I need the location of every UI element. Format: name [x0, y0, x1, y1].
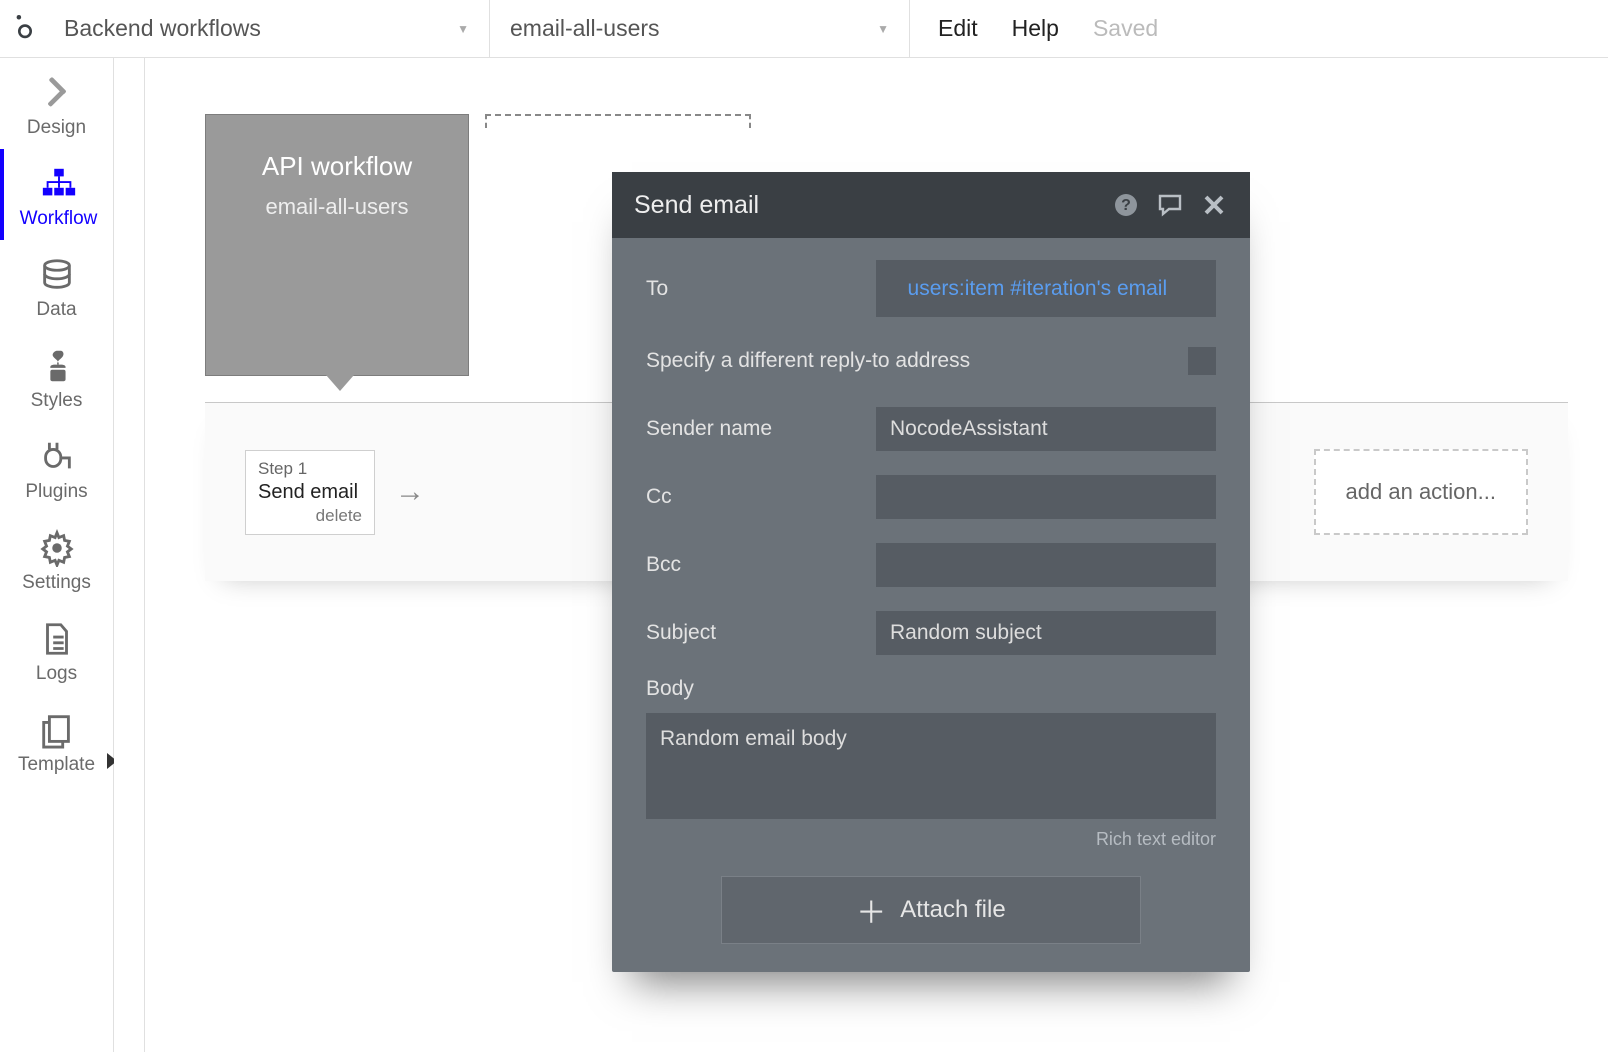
step-delete-link[interactable]: delete	[258, 506, 362, 526]
sidebar-item-label: Styles	[31, 391, 83, 410]
row-body: Body Random email body Rich text editor	[646, 677, 1216, 850]
input-to[interactable]: users:item #iteration's email	[876, 260, 1216, 317]
plus-icon: ＋	[856, 888, 886, 932]
arrow-right-icon: →	[395, 475, 425, 509]
sidebar-item-workflow[interactable]: Workflow	[0, 149, 113, 240]
topbar-menus: Edit Help Saved	[910, 0, 1186, 57]
bubble-logo-icon	[11, 12, 39, 45]
row-to: To users:item #iteration's email	[646, 260, 1216, 317]
new-event-placeholder[interactable]	[485, 114, 751, 126]
menu-edit[interactable]: Edit	[938, 15, 978, 42]
step-number: Step 1	[258, 459, 362, 479]
settings-icon	[38, 529, 76, 567]
attach-file-button[interactable]: ＋ Attach file	[721, 876, 1141, 944]
label-subject: Subject	[646, 621, 876, 645]
checkbox-reply-to[interactable]	[1188, 347, 1216, 375]
property-panel: Send email ?	[612, 172, 1250, 972]
attach-file-label: Attach file	[900, 896, 1005, 924]
sidebar-item-label: Settings	[22, 573, 91, 592]
page-dropdown-label: email-all-users	[510, 15, 660, 42]
layout: Design Workflow Data Styles Plugins	[0, 58, 1608, 1052]
sidebar-item-template[interactable]: Template	[0, 695, 113, 786]
canvas: API workflow email-all-users Step 1 Send…	[114, 58, 1608, 1052]
label-body: Body	[646, 677, 1216, 701]
close-icon[interactable]	[1200, 191, 1228, 219]
sidebar-item-label: Plugins	[25, 482, 87, 501]
styles-icon	[38, 347, 76, 385]
workflow-card-title: API workflow	[262, 151, 412, 182]
design-icon	[38, 74, 76, 112]
row-sender: Sender name NocodeAssistant	[646, 405, 1216, 453]
sidebar-item-design[interactable]: Design	[0, 58, 113, 149]
logo[interactable]	[0, 0, 50, 57]
sidebar-item-label: Template	[18, 755, 95, 774]
label-bcc: Bcc	[646, 553, 876, 577]
label-to: To	[646, 277, 876, 301]
sidebar-item-label: Data	[36, 300, 76, 319]
label-sender: Sender name	[646, 417, 876, 441]
add-action-button[interactable]: add an action...	[1314, 449, 1528, 535]
svg-text:?: ?	[1121, 197, 1131, 214]
label-cc: Cc	[646, 485, 876, 509]
sidebar-item-label: Design	[27, 118, 86, 137]
plugins-icon	[38, 438, 76, 476]
row-subject: Subject Random subject	[646, 609, 1216, 657]
sidebar-item-plugins[interactable]: Plugins	[0, 422, 113, 513]
input-body[interactable]: Random email body	[646, 713, 1216, 819]
chevron-down-icon: ▼	[877, 22, 889, 36]
workflow-event-card[interactable]: API workflow email-all-users	[205, 114, 469, 376]
menu-help[interactable]: Help	[1012, 15, 1059, 42]
chevron-down-icon: ▼	[457, 22, 469, 36]
section-dropdown[interactable]: Backend workflows ▼	[50, 0, 490, 57]
topbar: Backend workflows ▼ email-all-users ▼ Ed…	[0, 0, 1608, 58]
label-reply-to: Specify a different reply-to address	[646, 349, 1188, 373]
panel-header[interactable]: Send email ?	[612, 172, 1250, 238]
row-cc: Cc	[646, 473, 1216, 521]
data-icon	[38, 256, 76, 294]
step-title: Send email	[258, 481, 362, 504]
sidebar-item-styles[interactable]: Styles	[0, 331, 113, 422]
workflow-icon	[40, 165, 78, 203]
input-subject[interactable]: Random subject	[876, 611, 1216, 655]
row-bcc: Bcc	[646, 541, 1216, 589]
row-reply-to: Specify a different reply-to address	[646, 337, 1216, 385]
sidebar-item-settings[interactable]: Settings	[0, 513, 113, 604]
sidebar-item-label: Logs	[36, 664, 77, 683]
logs-icon	[38, 620, 76, 658]
sidebar-item-logs[interactable]: Logs	[0, 604, 113, 695]
section-dropdown-label: Backend workflows	[64, 15, 261, 42]
panel-body: To users:item #iteration's email Specify…	[612, 238, 1250, 944]
template-icon	[38, 711, 76, 749]
menu-saved: Saved	[1093, 15, 1158, 42]
input-sender[interactable]: NocodeAssistant	[876, 407, 1216, 451]
input-bcc[interactable]	[876, 543, 1216, 587]
sidebar-item-label: Workflow	[20, 209, 98, 228]
page-dropdown[interactable]: email-all-users ▼	[490, 0, 910, 57]
help-icon[interactable]: ?	[1112, 191, 1140, 219]
input-cc[interactable]	[876, 475, 1216, 519]
comment-icon[interactable]	[1156, 191, 1184, 219]
sidebar: Design Workflow Data Styles Plugins	[0, 58, 114, 1052]
canvas-inner: API workflow email-all-users Step 1 Send…	[144, 58, 1608, 1052]
to-expression[interactable]: users:item #iteration's email	[908, 277, 1168, 300]
step-card-1[interactable]: Step 1 Send email delete	[245, 450, 375, 535]
sidebar-item-data[interactable]: Data	[0, 240, 113, 331]
panel-title: Send email	[634, 191, 1112, 220]
workflow-card-subtitle: email-all-users	[265, 194, 408, 220]
panel-header-icons: ?	[1112, 191, 1228, 219]
add-action-label: add an action...	[1346, 479, 1496, 504]
rich-text-editor-link[interactable]: Rich text editor	[646, 829, 1216, 850]
